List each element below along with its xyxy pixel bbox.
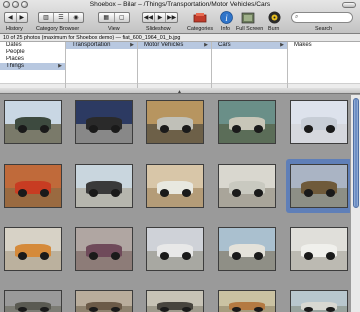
burn-icon[interactable] xyxy=(267,11,281,24)
play-button[interactable]: ▶ xyxy=(155,13,167,22)
view-single-button[interactable]: ▢ xyxy=(115,13,130,22)
browser-camera-button[interactable]: ◉ xyxy=(69,13,83,22)
column-selected-item[interactable]: Transportation ▶ xyxy=(66,42,137,49)
photo-thumbnail[interactable] xyxy=(290,290,348,312)
column-item[interactable]: People xyxy=(0,49,65,56)
column-item-label: People xyxy=(6,49,25,55)
view-grid-button[interactable]: ▦ xyxy=(99,13,115,22)
back-button[interactable]: ◀ xyxy=(5,13,17,22)
photo-thumbnail[interactable] xyxy=(218,227,276,271)
photo-thumbnail[interactable] xyxy=(146,290,204,312)
column-item-label: Cars xyxy=(218,42,231,48)
column-item[interactable]: Dates xyxy=(0,42,65,49)
browser-column-3[interactable]: Motor Vehicles ▶ xyxy=(138,42,212,88)
view-segment: ▦ ▢ xyxy=(98,12,130,23)
photo-thumbnail[interactable] xyxy=(75,164,133,208)
browser-column-5[interactable]: Makes xyxy=(288,42,360,88)
browser-splitter[interactable]: ▲ xyxy=(0,88,360,95)
photo-thumbnail[interactable] xyxy=(4,100,62,144)
info-label: Info xyxy=(221,26,230,32)
chevron-right-icon: ▶ xyxy=(280,42,284,48)
column-item[interactable]: Places xyxy=(0,56,65,63)
browser-list-button[interactable]: ☰ xyxy=(54,13,69,22)
photo-thumbnail[interactable] xyxy=(290,227,348,271)
categories-label: Categories xyxy=(187,26,214,32)
column-item-label: Places xyxy=(6,56,25,62)
photo-thumbnail[interactable] xyxy=(146,164,204,208)
photo-thumbnail[interactable] xyxy=(218,100,276,144)
search-label: Search xyxy=(315,26,333,32)
photo-thumbnail[interactable] xyxy=(146,100,204,144)
photo-thumbnail[interactable] xyxy=(4,164,62,208)
browser-column-2[interactable]: Transportation ▶ xyxy=(66,42,138,88)
view-label: View xyxy=(108,26,120,32)
slideshow-label: Slideshow xyxy=(146,26,171,32)
photo-thumbnail[interactable] xyxy=(4,227,62,271)
scrollbar-thumb[interactable] xyxy=(353,98,359,208)
photo-thumbnail[interactable] xyxy=(218,164,276,208)
categories-icon[interactable] xyxy=(193,11,207,24)
fast-forward-button[interactable]: ▶▶ xyxy=(166,13,177,22)
category-column-browser: Dates People Places Things ▶ Transportation … xyxy=(0,42,360,88)
photo-thumbnail[interactable] xyxy=(4,290,62,312)
fullscreen-icon[interactable] xyxy=(241,11,255,24)
photo-thumbnail[interactable] xyxy=(218,290,276,312)
photo-thumbnail-grid xyxy=(0,95,350,312)
history-label: History xyxy=(6,26,23,32)
column-item-label: Dates xyxy=(6,42,22,48)
search-icon: ⌕ xyxy=(295,14,299,20)
chevron-right-icon: ▶ xyxy=(130,42,134,48)
column-selected-item[interactable]: Cars ▶ xyxy=(212,42,287,49)
toolbar-toggle-button[interactable] xyxy=(342,2,356,8)
category-browser-label: Category Browser xyxy=(36,26,80,32)
window-toolbar: Shoebox – Bilar – /Things/Transportation… xyxy=(0,0,360,34)
column-item-label: Makes xyxy=(294,42,312,48)
photo-thumbnail[interactable] xyxy=(75,100,133,144)
photo-thumbnail[interactable] xyxy=(290,100,348,144)
rewind-button[interactable]: ◀◀ xyxy=(143,13,155,22)
burn-label: Burn xyxy=(268,26,280,32)
search-input[interactable]: ⌕ xyxy=(291,12,353,23)
history-segment: ◀ ▶ xyxy=(4,12,28,23)
browser-columns-button[interactable]: ▥ xyxy=(39,13,54,22)
photo-thumbnail[interactable] xyxy=(75,227,133,271)
info-icon[interactable]: i xyxy=(219,11,233,24)
browser-column-1[interactable]: Dates People Places Things ▶ xyxy=(0,42,66,88)
forward-button[interactable]: ▶ xyxy=(17,13,28,22)
column-item-label: Transportation xyxy=(72,42,111,48)
window-title: Shoebox – Bilar – /Things/Transportation… xyxy=(89,1,271,8)
photo-count-status: 10 of 25 photos (maximum for Shoebox dem… xyxy=(0,34,360,42)
photo-thumbnail[interactable] xyxy=(146,227,204,271)
grid-vertical-scrollbar[interactable] xyxy=(350,95,360,312)
category-browser-segment: ▥ ☰ ◉ xyxy=(38,12,84,23)
fullscreen-label: Full Screen xyxy=(236,26,264,32)
photo-thumbnail[interactable] xyxy=(75,290,133,312)
chevron-right-icon: ▶ xyxy=(58,63,62,69)
column-selected-item[interactable]: Motor Vehicles ▶ xyxy=(138,42,211,49)
browser-column-4[interactable]: Cars ▶ xyxy=(212,42,288,88)
chevron-right-icon: ▶ xyxy=(204,42,208,48)
column-item[interactable]: Makes xyxy=(288,42,360,49)
column-item[interactable]: Things ▶ xyxy=(0,63,65,70)
photo-thumbnail[interactable] xyxy=(290,164,348,208)
column-item-label: Things xyxy=(6,63,25,69)
slideshow-segment: ◀◀ ▶ ▶▶ xyxy=(142,12,178,23)
column-item-label: Motor Vehicles xyxy=(144,42,184,48)
